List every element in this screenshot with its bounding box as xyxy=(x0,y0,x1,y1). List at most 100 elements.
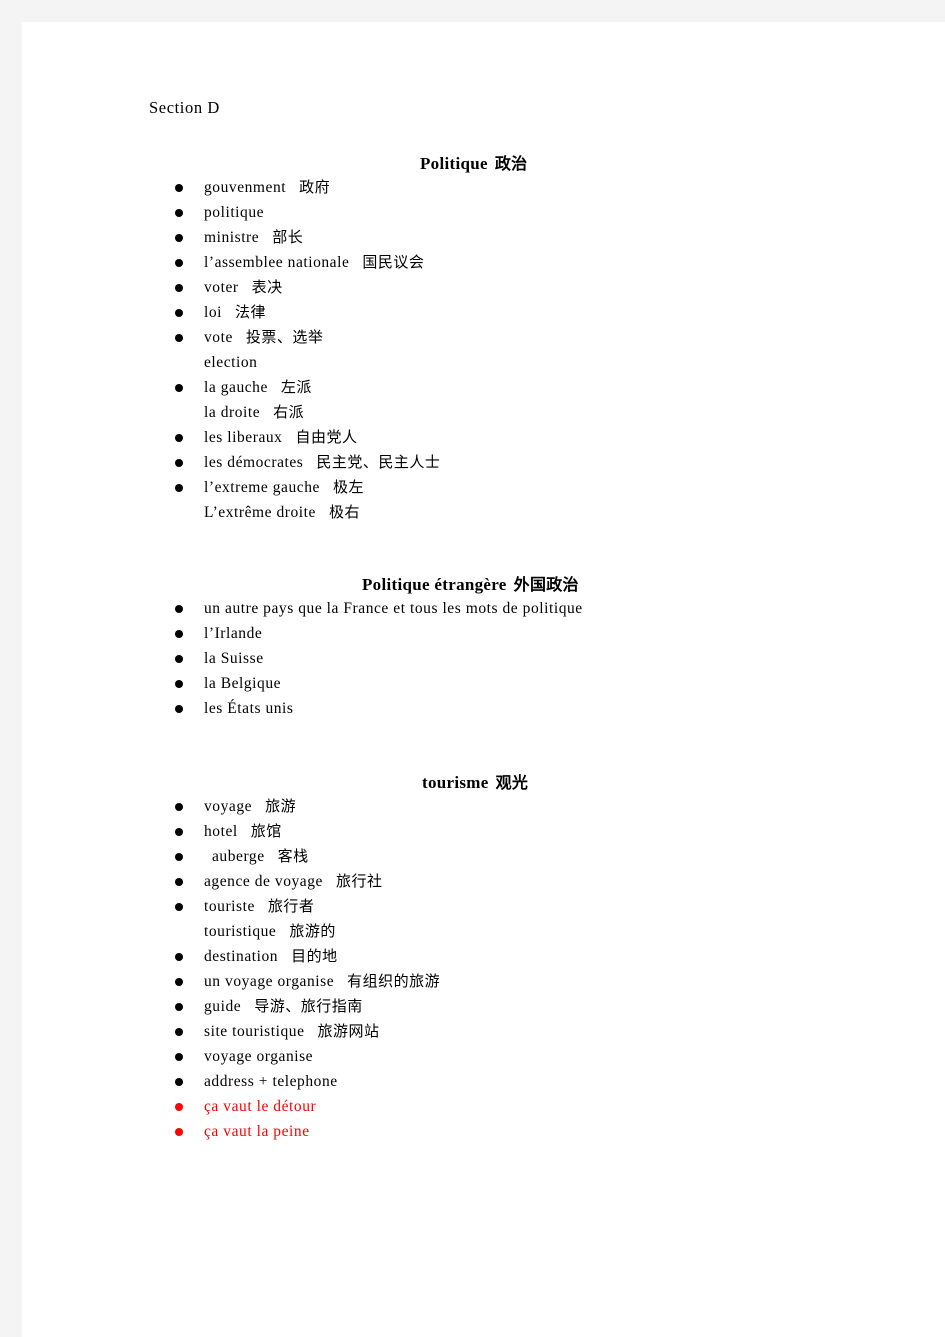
bullet-icon xyxy=(175,234,183,242)
term-list-item: loi 法律 xyxy=(22,300,440,325)
section-heading-tourisme-fr: tourisme xyxy=(422,773,489,792)
term-chinese: 自由党人 xyxy=(295,428,358,446)
term-chinese: 政府 xyxy=(299,178,331,196)
term-chinese: 民主党、民主人士 xyxy=(316,453,441,471)
term-chinese: 极左 xyxy=(332,478,364,496)
term-french: voyage xyxy=(204,798,253,815)
term-french: les démocrates xyxy=(204,454,304,471)
bullet-icon xyxy=(175,630,183,638)
term-chinese: 表决 xyxy=(251,278,283,296)
term-list-politique: gouvenment 政府 politique ministre 部长 l’assembl… xyxy=(22,175,440,525)
term-french: les États unis xyxy=(204,700,294,717)
term-list-item: agence de voyage 旅行社 xyxy=(22,869,440,894)
term-chinese: 旅游网站 xyxy=(317,1022,380,1040)
term-list-item: les États unis xyxy=(22,696,583,721)
term-french: site touristique xyxy=(204,1023,305,1040)
bullet-icon xyxy=(175,484,183,492)
term-list-item: un voyage organise 有组织的旅游 xyxy=(22,969,440,994)
bullet-icon xyxy=(175,184,183,192)
term-french: ça vaut la peine xyxy=(204,1123,310,1140)
bullet-icon xyxy=(175,605,183,613)
term-chinese: 旅行者 xyxy=(267,897,315,915)
term-french: politique xyxy=(204,204,265,221)
term-french: guide xyxy=(204,998,242,1015)
bullet-icon xyxy=(175,284,183,292)
bullet-icon xyxy=(175,828,183,836)
term-french: gouvenment xyxy=(204,179,287,196)
bullet-icon xyxy=(175,853,183,861)
term-list-item: la Belgique xyxy=(22,671,583,696)
term-chinese: 旅行社 xyxy=(335,872,383,890)
term-french: touristique xyxy=(204,923,277,940)
page-title: Section D xyxy=(149,98,220,117)
term-list-item: la Suisse xyxy=(22,646,583,671)
term-french: L’extrême droite xyxy=(204,504,316,521)
term-french: voyage organise xyxy=(204,1048,314,1065)
term-list-item: l’extreme gauche 极左 xyxy=(22,475,440,500)
section-heading-politique-fr: Politique xyxy=(420,154,488,173)
bullet-icon xyxy=(175,1028,183,1036)
term-french: la droite xyxy=(204,404,261,421)
term-french: address + telephone xyxy=(204,1073,338,1090)
term-list-item: ça vaut le détour xyxy=(22,1094,440,1119)
bullet-icon xyxy=(175,209,183,217)
term-list-item: auberge 客栈 xyxy=(22,844,440,869)
term-french: l’extreme gauche xyxy=(204,479,320,496)
term-chinese: 投票、选举 xyxy=(245,328,324,346)
bullet-icon xyxy=(175,309,183,317)
term-chinese: 左派 xyxy=(280,378,312,396)
section-heading-politique-etrangere: Politique étrangère 外国政治 xyxy=(362,571,579,595)
term-french: loi xyxy=(204,304,223,321)
bullet-icon xyxy=(175,978,183,986)
bullet-icon xyxy=(175,334,183,342)
bullet-icon xyxy=(175,903,183,911)
term-list-item: la droite 右派 xyxy=(22,400,440,425)
term-french: un voyage organise xyxy=(204,973,335,990)
term-list-tourisme: voyage 旅游 hotel 旅馆 auberge 客栈 agence de voyage… xyxy=(22,794,440,1144)
term-list-item: gouvenment 政府 xyxy=(22,175,440,200)
term-list-item: election xyxy=(22,350,440,375)
bullet-icon xyxy=(175,705,183,713)
bullet-icon xyxy=(175,655,183,663)
bullet-icon xyxy=(175,953,183,961)
term-list-item: voyage 旅游 xyxy=(22,794,440,819)
term-chinese: 客栈 xyxy=(277,847,309,865)
term-list-item: vote 投票、选举 xyxy=(22,325,440,350)
page-sheet: Section D Politique 政治 gouvenment 政府 politi… xyxy=(22,22,945,1337)
term-french: la Suisse xyxy=(204,650,264,667)
term-list-item: les liberaux 自由党人 xyxy=(22,425,440,450)
bullet-icon xyxy=(175,434,183,442)
section-heading-tourisme: tourisme 观光 xyxy=(422,769,528,793)
term-chinese: 导游、旅行指南 xyxy=(254,997,363,1015)
bullet-icon xyxy=(175,1128,183,1136)
term-chinese: 旅馆 xyxy=(250,822,282,840)
bullet-icon xyxy=(175,1103,183,1111)
term-list-item: address + telephone xyxy=(22,1069,440,1094)
term-list-item: les démocrates 民主党、民主人士 xyxy=(22,450,440,475)
bullet-icon xyxy=(175,803,183,811)
section-heading-tourisme-zh: 观光 xyxy=(495,773,529,792)
term-chinese: 有组织的旅游 xyxy=(347,972,441,990)
bullet-icon xyxy=(175,878,183,886)
term-french: un autre pays que la France et tous les … xyxy=(204,600,583,617)
term-list-item: l’assemblee nationale 国民议会 xyxy=(22,250,440,275)
term-chinese: 旅游的 xyxy=(289,922,336,940)
term-french: l’assemblee nationale xyxy=(204,254,350,271)
term-chinese: 法律 xyxy=(235,303,267,321)
term-french: la gauche xyxy=(204,379,268,396)
term-list-politique-etrangere: un autre pays que la France et tous les … xyxy=(22,596,583,721)
section-heading-politique: Politique 政治 xyxy=(420,150,527,174)
bullet-icon xyxy=(175,459,183,467)
bullet-icon xyxy=(175,680,183,688)
term-french: l’Irlande xyxy=(204,625,263,642)
term-list-item: touriste 旅行者 xyxy=(22,894,440,919)
term-list-item: politique xyxy=(22,200,440,225)
term-list-item: l’Irlande xyxy=(22,621,583,646)
term-french: ça vaut le détour xyxy=(204,1098,317,1115)
term-chinese: 旅游 xyxy=(265,797,297,815)
term-list-item: voter 表决 xyxy=(22,275,440,300)
term-french: les liberaux xyxy=(204,429,283,446)
term-french: la Belgique xyxy=(204,675,282,692)
term-chinese: 部长 xyxy=(272,228,304,246)
section-heading-politique-etrangere-zh: 外国政治 xyxy=(513,575,579,594)
